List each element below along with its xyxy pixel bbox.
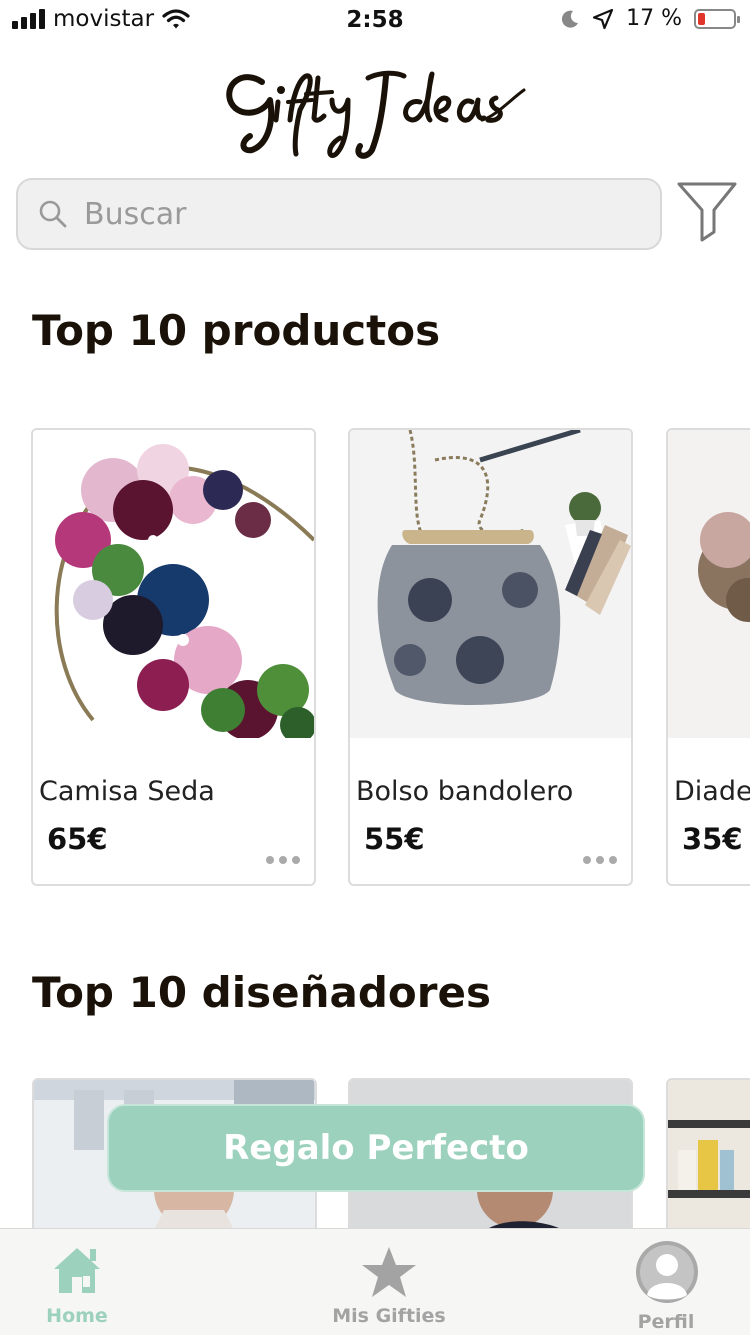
- moon-icon: [562, 10, 579, 28]
- star-icon: [362, 1247, 416, 1297]
- product-image-flower-crown: [33, 430, 314, 743]
- status-bar: movistar 2:58 17 %: [0, 0, 750, 40]
- designer-photo: [668, 1080, 750, 1236]
- home-icon: [54, 1248, 100, 1293]
- tab-perfil[interactable]: Perfil: [610, 1229, 722, 1335]
- product-image-headband: [668, 430, 750, 738]
- product-card[interactable]: Camisa Seda 65€: [31, 428, 316, 886]
- products-carousel[interactable]: Camisa Seda 65€ Bolso bandolero 55€ Diad…: [0, 428, 750, 888]
- product-name: Camisa Seda: [39, 776, 215, 807]
- product-price: 35€: [682, 822, 743, 856]
- product-image-bag: [350, 430, 631, 738]
- tab-label-home: Home: [46, 1305, 108, 1327]
- profile-avatar-icon: [636, 1241, 698, 1303]
- status-right: 17 %: [560, 6, 740, 31]
- more-options-icon[interactable]: [266, 856, 300, 864]
- search-input[interactable]: [82, 195, 626, 233]
- product-price: 65€: [47, 822, 108, 856]
- tab-home[interactable]: Home: [0, 1229, 154, 1335]
- battery-icon: [694, 8, 740, 29]
- product-card[interactable]: Bolso bandolero 55€: [348, 428, 633, 886]
- product-card[interactable]: Diade 35€: [666, 428, 750, 886]
- designer-card[interactable]: [666, 1078, 750, 1238]
- filter-button[interactable]: [676, 180, 738, 244]
- product-name: Bolso bandolero: [356, 776, 574, 807]
- search-bar[interactable]: [16, 178, 662, 250]
- section-title-top-products: Top 10 productos: [32, 306, 441, 355]
- product-price: 55€: [364, 822, 425, 856]
- tab-mis-gifties[interactable]: Mis Gifties: [310, 1229, 468, 1335]
- product-name: Diade: [674, 776, 750, 807]
- app-logo: [0, 60, 750, 170]
- battery-percent: 17 %: [626, 6, 682, 31]
- tab-label-perfil: Perfil: [637, 1311, 695, 1333]
- search-icon: [39, 200, 67, 228]
- filter-icon: [677, 182, 737, 242]
- more-options-icon[interactable]: [583, 856, 617, 864]
- tab-label-mis-gifties: Mis Gifties: [332, 1305, 446, 1327]
- location-arrow-icon: [592, 8, 614, 29]
- tab-bar: Home Mis Gifties Perfil: [0, 1228, 750, 1335]
- section-title-top-designers: Top 10 diseñadores: [32, 968, 491, 1017]
- regalo-perfecto-button[interactable]: Regalo Perfecto: [107, 1104, 645, 1192]
